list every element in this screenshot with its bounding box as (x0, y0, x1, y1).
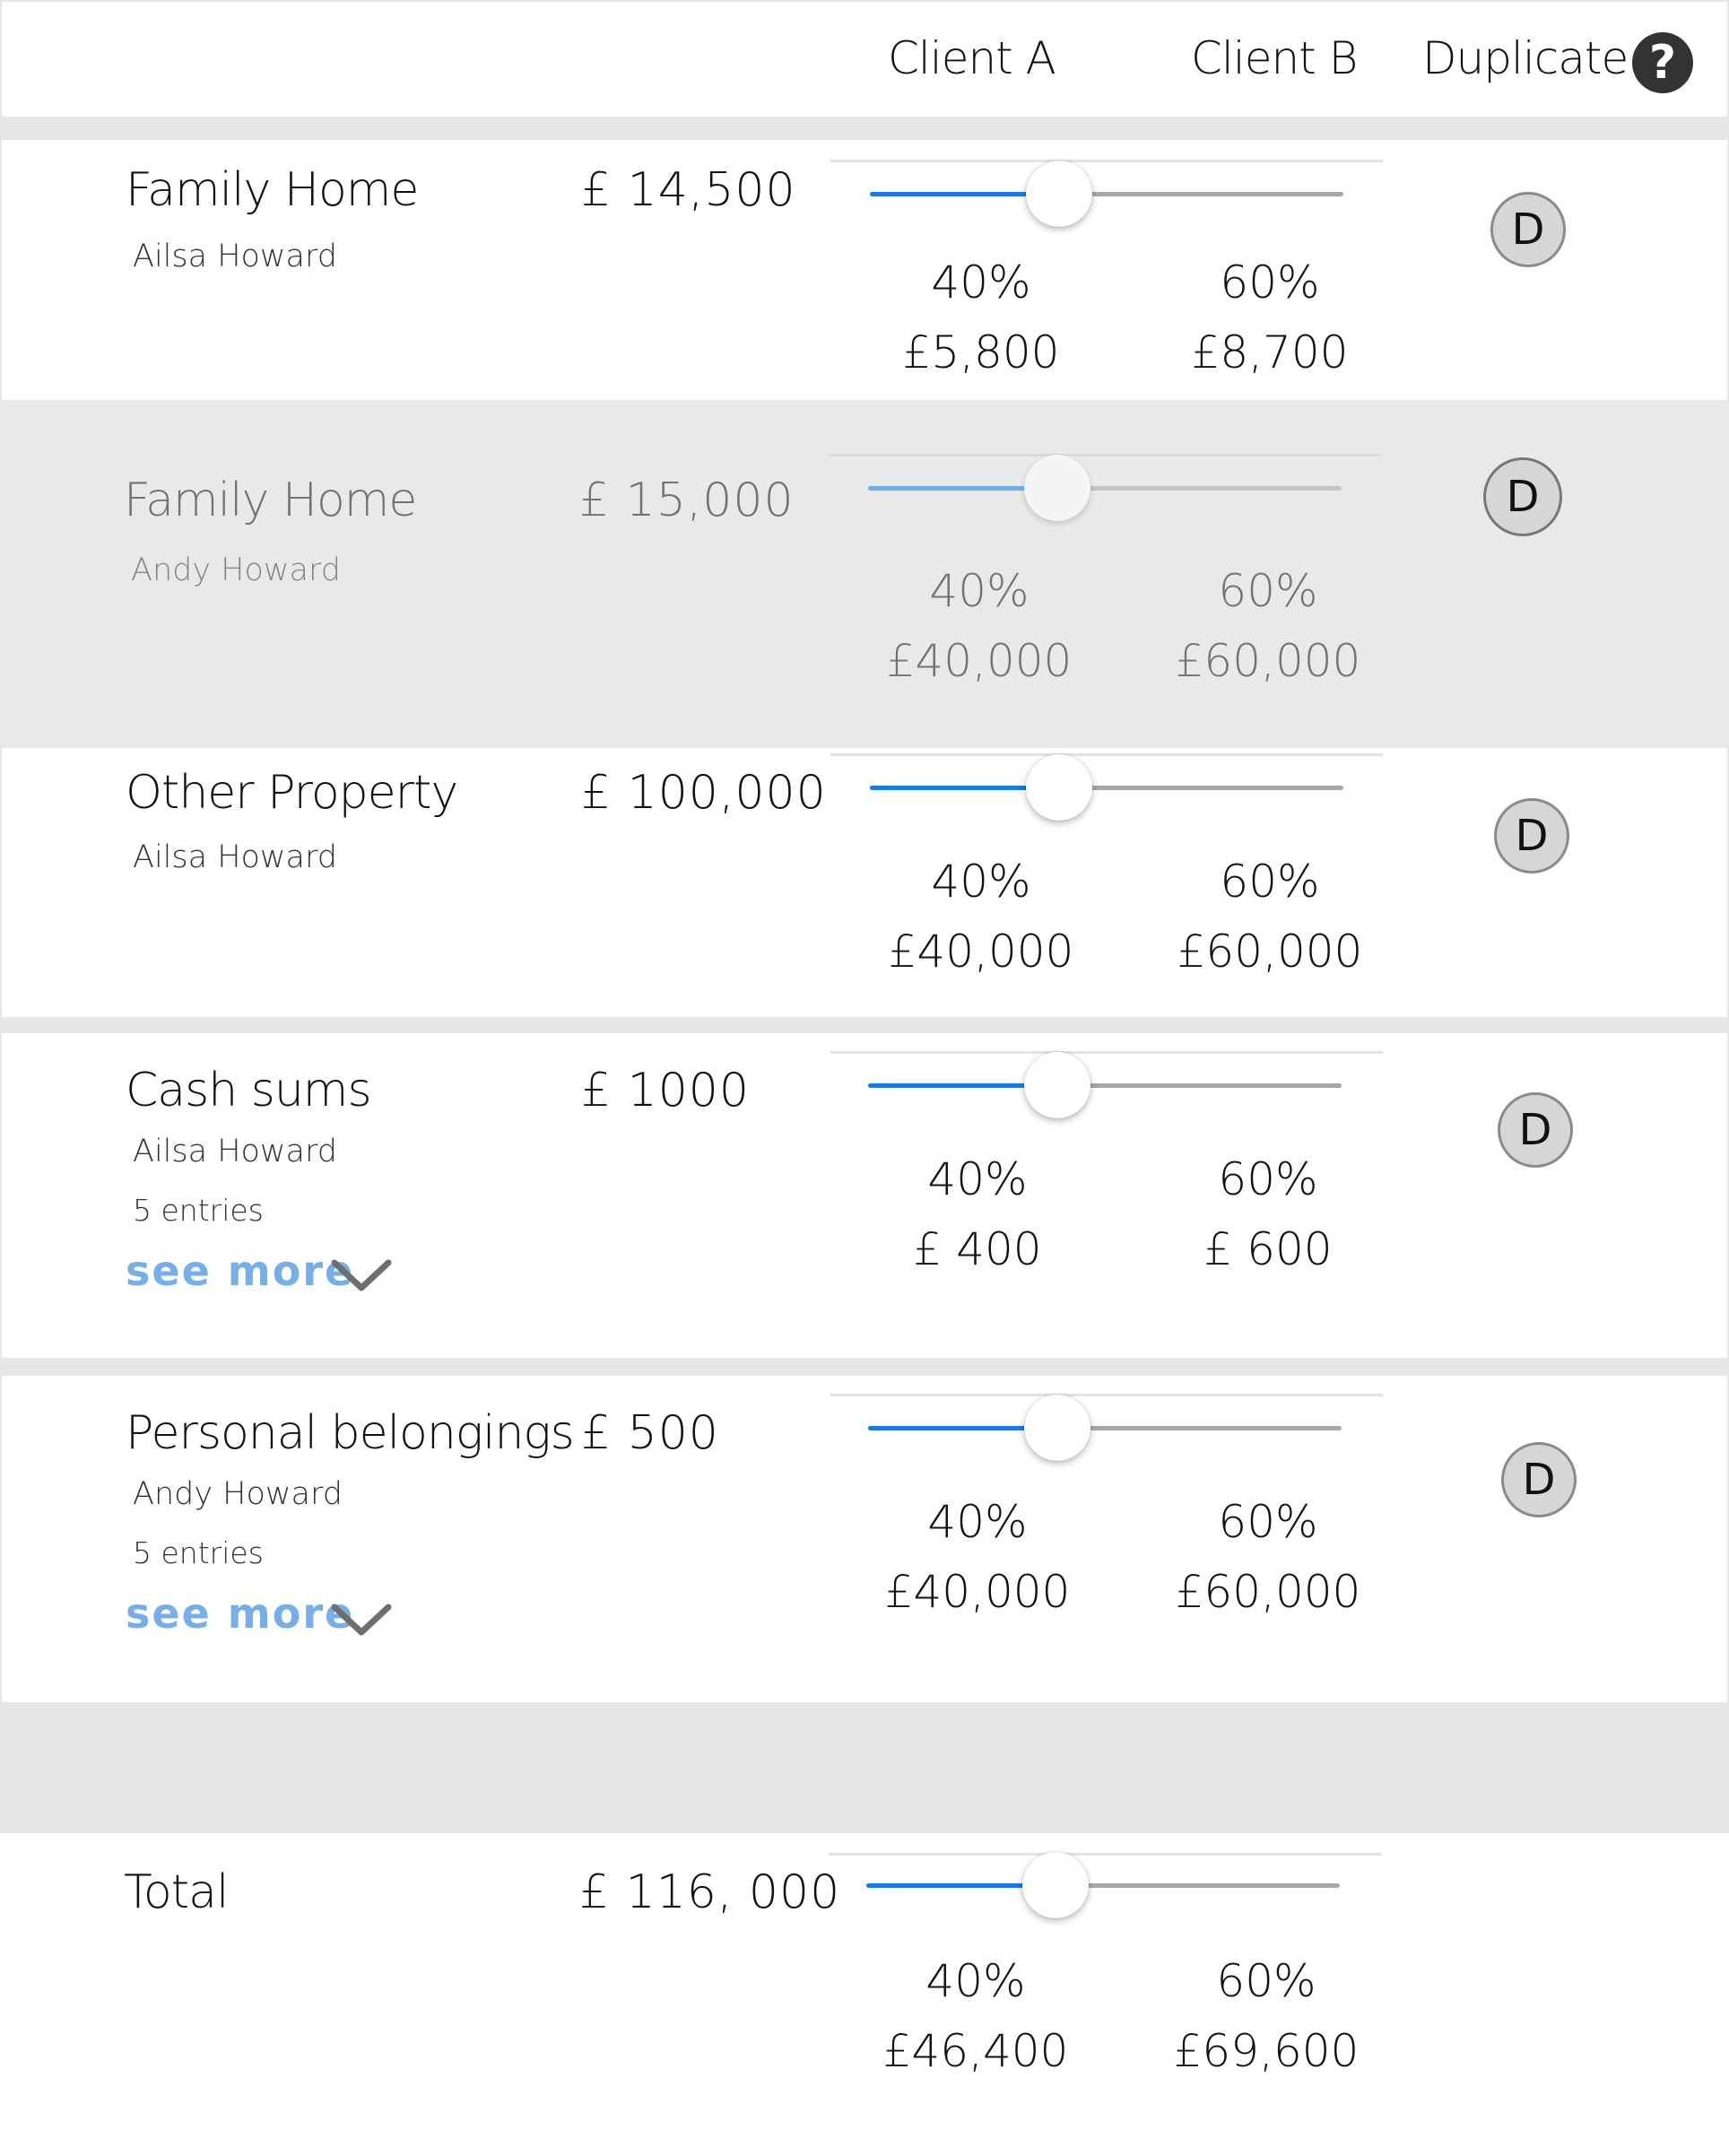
asset-row: Family Home Ailsa Howard £ 14,500 40% 60… (0, 140, 1729, 400)
entry-count: 5 entries (133, 1535, 264, 1570)
duplicate-button[interactable]: D (1498, 1092, 1573, 1168)
slider-thumb[interactable] (1024, 1395, 1091, 1461)
client-a-percent: 40% (929, 565, 1030, 617)
client-a-value: £40,000 (884, 1566, 1071, 1618)
entry-count: 5 entries (133, 1193, 264, 1228)
asset-owner: Ailsa Howard (133, 839, 337, 875)
asset-row: Other Property Ailsa Howard £ 100,000 40… (0, 748, 1729, 1017)
column-header-duplicate: Duplicate (1422, 32, 1629, 84)
asset-owner: Andy Howard (131, 552, 341, 588)
client-a-value: £ 400 (913, 1223, 1042, 1275)
split-slider[interactable] (868, 1395, 1342, 1461)
slider-divider (830, 753, 1383, 756)
column-header-client-b: Client B (1191, 32, 1358, 84)
duplicate-button[interactable]: D (1494, 798, 1569, 874)
total-amount: £ 116, 000 (579, 1865, 841, 1919)
asset-amount: £ 15,000 (579, 474, 795, 527)
see-more-link[interactable]: see more (126, 1589, 354, 1638)
split-slider[interactable] (868, 455, 1342, 521)
client-a-value: £46,400 (882, 2025, 1069, 2077)
duplicate-button[interactable]: D (1490, 192, 1566, 267)
client-b-value: £60,000 (1175, 635, 1361, 687)
asset-amount: £ 100,000 (581, 766, 827, 820)
client-b-percent: 60% (1218, 1153, 1318, 1205)
separator (0, 1358, 1729, 1376)
see-more-link[interactable]: see more (126, 1247, 354, 1295)
asset-name: Family Home (126, 163, 419, 217)
client-b-value: £69,600 (1173, 2025, 1360, 2077)
table-header: Client A Client B Duplicate ? (0, 0, 1729, 118)
split-slider[interactable] (870, 161, 1343, 227)
total-label: Total (124, 1865, 229, 1919)
client-a-percent: 40% (931, 256, 1031, 309)
client-a-value: £40,000 (888, 926, 1074, 978)
asset-owner: Ailsa Howard (133, 1134, 337, 1169)
asset-amount: £ 14,500 (581, 163, 796, 217)
asset-row: Personal belongings Andy Howard 5 entrie… (0, 1376, 1729, 1702)
client-a-percent: 40% (931, 856, 1031, 908)
split-slider[interactable] (868, 1052, 1342, 1118)
client-b-value: £ 600 (1203, 1223, 1333, 1275)
slider-thumb[interactable] (1022, 1852, 1090, 1918)
client-a-percent: 40% (927, 1153, 1028, 1205)
split-slider[interactable] (870, 754, 1343, 821)
client-b-value: £60,000 (1175, 1566, 1361, 1618)
asset-owner: Andy Howard (133, 1476, 343, 1512)
client-b-percent: 60% (1220, 256, 1320, 309)
slider-divider (829, 1853, 1381, 1856)
client-b-percent: 60% (1220, 856, 1320, 908)
slider-divider (830, 160, 1383, 162)
separator (0, 1017, 1729, 1033)
separator (0, 118, 1729, 140)
client-b-percent: 60% (1218, 1496, 1318, 1548)
slider-thumb[interactable] (1024, 1052, 1091, 1118)
asset-row-duplicate: Family Home Andy Howard £ 15,000 40% 60%… (0, 400, 1729, 748)
asset-name: Cash sums (126, 1064, 372, 1117)
asset-amount: £ 500 (581, 1406, 719, 1460)
asset-name: Other Property (126, 766, 458, 820)
split-slider[interactable] (866, 1852, 1340, 1918)
chevron-down-icon[interactable] (330, 1602, 393, 1639)
slider-divider (829, 454, 1381, 456)
help-icon[interactable]: ? (1632, 32, 1693, 93)
chevron-down-icon[interactable] (330, 1257, 393, 1295)
total-row: Total £ 116, 000 40% 60% £46,400 £69,600 (0, 1833, 1729, 2156)
column-header-client-a: Client A (888, 32, 1056, 84)
slider-divider (830, 1394, 1383, 1396)
slider-thumb[interactable] (1026, 161, 1093, 227)
separator (0, 1702, 1729, 1833)
slider-thumb[interactable] (1026, 754, 1093, 821)
asset-row: Cash sums Ailsa Howard 5 entries see mor… (0, 1033, 1729, 1358)
client-a-percent: 40% (927, 1496, 1028, 1548)
client-b-value: £8,700 (1191, 326, 1349, 378)
client-b-value: £60,000 (1177, 926, 1363, 978)
client-a-value: £40,000 (886, 635, 1073, 687)
client-a-percent: 40% (925, 1955, 1026, 2007)
duplicate-button[interactable]: D (1501, 1442, 1577, 1517)
slider-divider (830, 1051, 1383, 1054)
slider-thumb[interactable] (1024, 455, 1091, 521)
asset-name: Family Home (124, 474, 417, 527)
asset-name: Personal belongings (126, 1406, 575, 1460)
client-b-percent: 60% (1216, 1955, 1316, 2007)
client-a-value: £5,800 (902, 326, 1060, 378)
client-b-percent: 60% (1218, 565, 1318, 617)
duplicate-button[interactable]: D (1483, 457, 1562, 536)
asset-owner: Ailsa Howard (133, 239, 337, 274)
asset-amount: £ 1000 (581, 1064, 750, 1117)
